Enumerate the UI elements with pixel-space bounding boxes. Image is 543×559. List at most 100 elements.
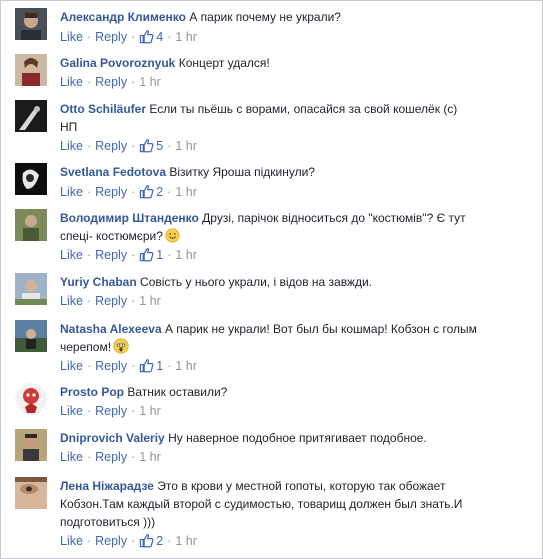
- comment-text: Ватник оставили?: [127, 385, 228, 399]
- comment-actions: Like · Reply · 1 hr: [60, 294, 161, 308]
- like-link[interactable]: Like: [60, 404, 83, 418]
- like-link[interactable]: Like: [60, 75, 83, 89]
- comment-author[interactable]: Володимир Штанденко: [60, 211, 199, 225]
- reply-link[interactable]: Reply: [95, 30, 127, 44]
- avatar[interactable]: [15, 320, 47, 352]
- thumbs-up-icon[interactable]: [139, 358, 154, 376]
- comment-actions: Like · Reply · 1 hr: [60, 450, 161, 464]
- separator: ·: [131, 248, 136, 262]
- comment-author[interactable]: Prosto Pop: [60, 385, 124, 399]
- timestamp[interactable]: 1 hr: [139, 294, 161, 308]
- separator: ·: [86, 294, 92, 308]
- like-count[interactable]: 4: [156, 30, 163, 44]
- thumbs-up-icon[interactable]: [139, 184, 154, 202]
- avatar[interactable]: [15, 273, 47, 305]
- avatar[interactable]: [15, 477, 47, 509]
- timestamp[interactable]: 1 hr: [175, 359, 197, 373]
- avatar[interactable]: [15, 383, 47, 415]
- reply-link[interactable]: Reply: [95, 450, 127, 464]
- separator: ·: [86, 75, 92, 89]
- comment-actions: Like · Reply · 1 · 1 hr: [60, 358, 197, 376]
- thumbs-up-icon[interactable]: [139, 247, 154, 265]
- thumbs-up-icon[interactable]: [139, 29, 154, 47]
- separator: ·: [131, 30, 136, 44]
- separator: ·: [86, 359, 92, 373]
- timestamp[interactable]: 1 hr: [175, 139, 197, 153]
- smile-emoji-icon: [165, 228, 180, 248]
- timestamp[interactable]: 1 hr: [139, 75, 161, 89]
- separator: ·: [131, 185, 136, 199]
- comment-text: А парик почему не украли?: [189, 10, 341, 24]
- separator: ·: [167, 30, 172, 44]
- avatar[interactable]: [15, 100, 47, 132]
- comment-author[interactable]: Natasha Alexeeva: [60, 322, 162, 336]
- separator: ·: [167, 248, 172, 262]
- like-link[interactable]: Like: [60, 185, 83, 199]
- reply-link[interactable]: Reply: [95, 294, 127, 308]
- comment-actions: Like · Reply · 1 · 1 hr: [60, 247, 197, 265]
- comment-author[interactable]: Yuriy Chaban: [60, 275, 137, 289]
- separator: ·: [86, 534, 92, 548]
- thumbs-up-icon[interactable]: [139, 138, 154, 156]
- separator: ·: [86, 185, 92, 199]
- like-count[interactable]: 2: [156, 534, 163, 548]
- comment-actions: Like · Reply · 2 · 1 hr: [60, 184, 197, 202]
- comment-author[interactable]: Лена Ніжарадзе: [60, 479, 154, 493]
- comment-author[interactable]: Dniprovich Valeriy: [60, 431, 165, 445]
- separator: ·: [131, 294, 136, 308]
- reply-link[interactable]: Reply: [95, 359, 127, 373]
- reply-link[interactable]: Reply: [95, 75, 127, 89]
- reply-link[interactable]: Reply: [95, 534, 127, 548]
- comment-author[interactable]: Александр Клименко: [60, 10, 186, 24]
- avatar[interactable]: [15, 429, 47, 461]
- comment-author[interactable]: Galina Povoroznyuk: [60, 56, 175, 70]
- like-link[interactable]: Like: [60, 294, 83, 308]
- separator: ·: [131, 404, 136, 418]
- avatar[interactable]: [15, 163, 47, 195]
- separator: ·: [86, 404, 92, 418]
- timestamp[interactable]: 1 hr: [139, 404, 161, 418]
- like-link[interactable]: Like: [60, 248, 83, 262]
- thumbs-up-icon[interactable]: [139, 533, 154, 551]
- comment-text-cont: Кобзон.Там каждый второй с судимостью, т…: [60, 497, 463, 511]
- separator: ·: [167, 359, 172, 373]
- separator: ·: [86, 248, 92, 262]
- like-count[interactable]: 1: [156, 359, 163, 373]
- separator: ·: [131, 359, 136, 373]
- timestamp[interactable]: 1 hr: [175, 534, 197, 548]
- timestamp[interactable]: 1 hr: [139, 450, 161, 464]
- like-link[interactable]: Like: [60, 139, 83, 153]
- comment-actions: Like · Reply · 2 · 1 hr: [60, 533, 197, 551]
- comment-text: Совість у нього украли, і відов на завжд…: [140, 275, 373, 289]
- like-count[interactable]: 2: [156, 185, 163, 199]
- avatar[interactable]: [15, 8, 47, 40]
- separator: ·: [86, 450, 92, 464]
- reply-link[interactable]: Reply: [95, 139, 127, 153]
- comment-text-cont: спеці- костюмєри?: [60, 229, 163, 243]
- like-link[interactable]: Like: [60, 359, 83, 373]
- comment-text: Ну наверное подобное притягивает подобно…: [168, 431, 427, 445]
- separator: ·: [86, 139, 92, 153]
- reply-link[interactable]: Reply: [95, 185, 127, 199]
- like-count[interactable]: 1: [156, 248, 163, 262]
- separator: ·: [131, 450, 136, 464]
- reply-link[interactable]: Reply: [95, 248, 127, 262]
- like-count[interactable]: 5: [156, 139, 163, 153]
- timestamp[interactable]: 1 hr: [175, 185, 197, 199]
- avatar[interactable]: [15, 209, 47, 241]
- comment-actions: Like · Reply · 5 · 1 hr: [60, 138, 197, 156]
- like-link[interactable]: Like: [60, 450, 83, 464]
- comment-actions: Like · Reply · 4 · 1 hr: [60, 29, 197, 47]
- comment-text: Візитку Яроша підкинули?: [169, 165, 315, 179]
- separator: ·: [131, 75, 136, 89]
- timestamp[interactable]: 1 hr: [175, 30, 197, 44]
- reply-link[interactable]: Reply: [95, 404, 127, 418]
- comment-text-cont: черепом!: [60, 340, 112, 354]
- timestamp[interactable]: 1 hr: [175, 248, 197, 262]
- like-link[interactable]: Like: [60, 30, 83, 44]
- comment-author[interactable]: Svetlana Fedotova: [60, 165, 166, 179]
- avatar[interactable]: [15, 54, 47, 86]
- comment-text: А парик не украли! Вот был бы кошмар! Ко…: [164, 322, 477, 336]
- like-link[interactable]: Like: [60, 534, 83, 548]
- comment-author[interactable]: Otto Schiläufer: [60, 102, 146, 116]
